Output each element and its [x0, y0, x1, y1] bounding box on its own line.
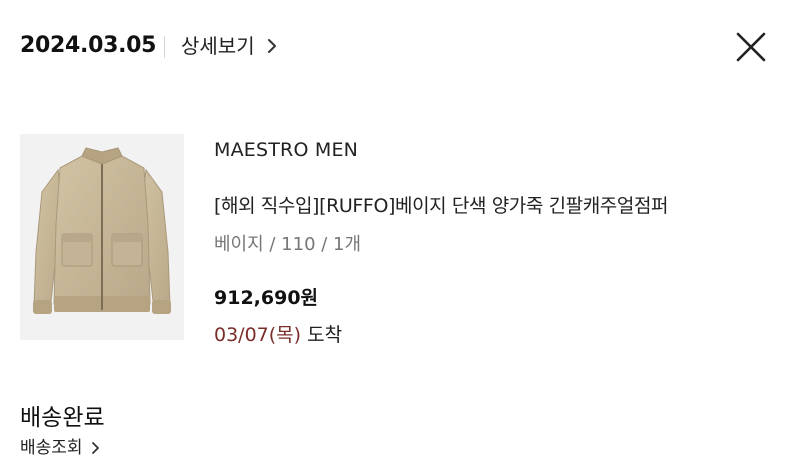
shipping-status: 배송완료 [20, 405, 105, 431]
product-options: 베이지 / 110 / 1개 [214, 234, 362, 255]
product-price: 912,690원 [214, 287, 319, 309]
product-image[interactable] [20, 134, 184, 340]
track-shipping-link[interactable]: 배송조회 [20, 436, 101, 460]
track-shipping-label: 배송조회 [20, 438, 83, 458]
product-brand: MAESTRO MEN [214, 139, 359, 161]
order-header: 2024.03.05 상세보기 [0, 0, 800, 92]
product-name[interactable]: [해외 직수입][RUFFO]베이지 단색 양가죽 긴팔캐주얼점퍼 [214, 191, 669, 218]
arrival-info: 03/07(목) 도착 [214, 320, 342, 347]
close-icon[interactable] [731, 27, 771, 67]
order-date: 2024.03.05 [20, 33, 157, 58]
arrival-date: 03/07(목) [214, 324, 302, 346]
chevron-right-icon [91, 442, 99, 454]
jacket-illustration [20, 134, 184, 340]
header-divider [164, 36, 165, 58]
detail-link[interactable]: 상세보기 [181, 30, 279, 62]
detail-link-label: 상세보기 [181, 34, 255, 58]
arrival-label: 도착 [307, 324, 343, 346]
chevron-right-icon [267, 39, 276, 53]
